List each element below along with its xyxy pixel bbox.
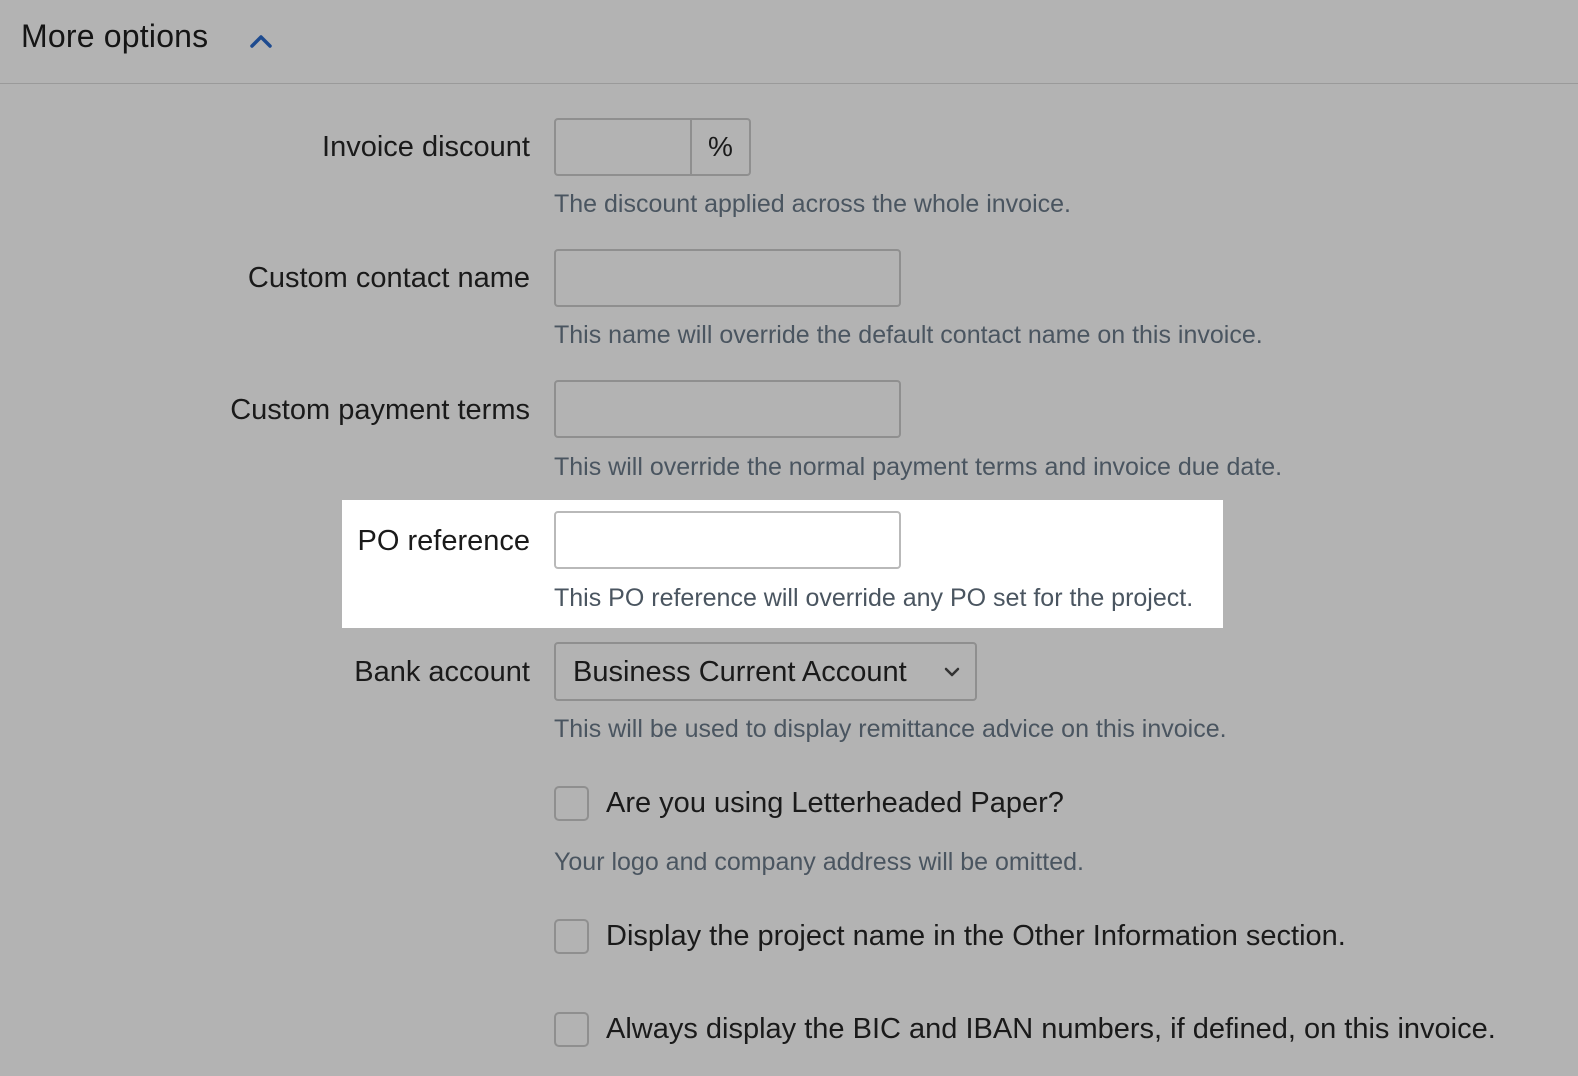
custom-payment-terms-input[interactable]: [554, 380, 901, 438]
custom-contact-name-input[interactable]: [554, 249, 901, 307]
display-bic-iban-checkbox[interactable]: [554, 1012, 589, 1047]
custom-contact-name-help: This name will override the default cont…: [554, 321, 1263, 349]
display-project-name-checkbox[interactable]: [554, 919, 589, 954]
po-reference-label: PO reference: [357, 525, 530, 557]
custom-contact-name-label: Custom contact name: [247, 262, 530, 294]
bank-account-select[interactable]: Business Current Account: [554, 642, 977, 701]
more-options-header: More options: [0, 0, 1578, 84]
collapse-toggle-button[interactable]: [246, 26, 276, 54]
bank-account-help: This will be used to display remittance …: [554, 715, 1227, 743]
bank-account-selected-value: Business Current Account: [573, 656, 907, 688]
chevron-up-icon: [250, 35, 272, 48]
invoice-discount-input[interactable]: [556, 120, 692, 174]
invoice-discount-label: Invoice discount: [322, 131, 530, 163]
display-project-name-label: Display the project name in the Other In…: [606, 920, 1346, 952]
percent-addon: %: [708, 131, 733, 162]
letterheaded-paper-label: Are you using Letterheaded Paper?: [606, 787, 1064, 819]
invoice-discount-group: %: [554, 118, 751, 176]
chevron-down-icon: [944, 667, 960, 677]
invoice-discount-help: The discount applied across the whole in…: [554, 190, 1071, 218]
display-bic-iban-label: Always display the BIC and IBAN numbers,…: [606, 1013, 1496, 1045]
po-reference-help: This PO reference will override any PO s…: [554, 584, 1194, 612]
letterheaded-paper-checkbox[interactable]: [554, 786, 589, 821]
po-reference-input[interactable]: [554, 511, 901, 569]
custom-payment-terms-help: This will override the normal payment te…: [554, 453, 1283, 481]
custom-payment-terms-label: Custom payment terms: [230, 394, 530, 426]
section-title: More options: [21, 18, 209, 54]
bank-account-label: Bank account: [354, 656, 530, 688]
letterheaded-paper-help: Your logo and company address will be om…: [554, 848, 1084, 876]
